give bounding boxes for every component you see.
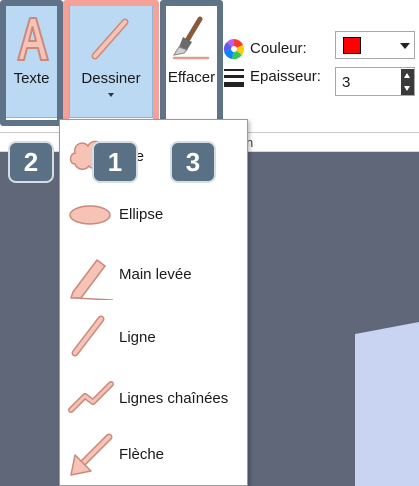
- texte-button[interactable]: Texte: [3, 5, 60, 118]
- couleur-label: Couleur:: [250, 40, 307, 57]
- effacer-label: Effacer: [167, 69, 216, 86]
- spin-up-icon[interactable]: [401, 69, 414, 82]
- step-badge-texte: 2: [8, 141, 54, 183]
- menu-item-ellipse[interactable]: Ellipse: [60, 186, 247, 242]
- menu-item-ligne[interactable]: Ligne: [60, 307, 247, 363]
- dessiner-label: Dessiner: [81, 70, 141, 87]
- ellipse-icon: [69, 205, 111, 225]
- step-badge-effacer: 3: [170, 141, 216, 183]
- menu-item-nuage[interactable]: age: [60, 128, 247, 184]
- eraser-brush-icon: [172, 16, 209, 60]
- menu-item-label: Lignes chaînées: [119, 390, 229, 407]
- menu-item-main-levee[interactable]: Main levée: [60, 246, 247, 302]
- color-select[interactable]: [335, 31, 415, 59]
- thickness-value: 3: [342, 74, 351, 91]
- menu-item-lignes-chainees[interactable]: Lignes chaînées: [60, 368, 247, 424]
- thickness-stepper[interactable]: 3: [335, 67, 415, 96]
- polyline-icon: [68, 381, 114, 413]
- effacer-button[interactable]: Effacer: [166, 5, 217, 118]
- spin-down-icon[interactable]: [401, 82, 414, 95]
- dessiner-dropdown-menu: age Ellipse Main levée Ligne Lignes chaî…: [59, 119, 248, 486]
- chevron-down-icon: [400, 43, 410, 49]
- line-thickness-icon: [224, 69, 244, 87]
- step-badge-dessiner: 1: [92, 141, 138, 183]
- texte-label: Texte: [13, 70, 50, 87]
- text-tool-icon: [16, 17, 49, 61]
- freehand-icon: [70, 259, 114, 300]
- epaisseur-label: Epaisseur:: [250, 68, 321, 85]
- color-wheel-icon: [223, 39, 244, 60]
- canvas-shape: [355, 322, 419, 486]
- arrow-icon: [70, 433, 113, 476]
- color-swatch: [343, 37, 361, 54]
- menu-item-label: Ligne: [119, 329, 156, 346]
- line-icon: [71, 315, 105, 357]
- dessiner-button[interactable]: Dessiner: [69, 5, 153, 118]
- menu-item-label: Ellipse: [119, 206, 164, 223]
- menu-item-label: Flèche: [119, 446, 165, 463]
- ribbon: Texte Dessiner Effacer Couleur: Epaisseu…: [0, 0, 419, 133]
- menu-item-label: Main levée: [119, 266, 192, 283]
- pen-line-icon: [91, 18, 129, 60]
- dropdown-caret-icon: [108, 93, 114, 97]
- menu-item-fleche[interactable]: Flèche: [60, 426, 247, 482]
